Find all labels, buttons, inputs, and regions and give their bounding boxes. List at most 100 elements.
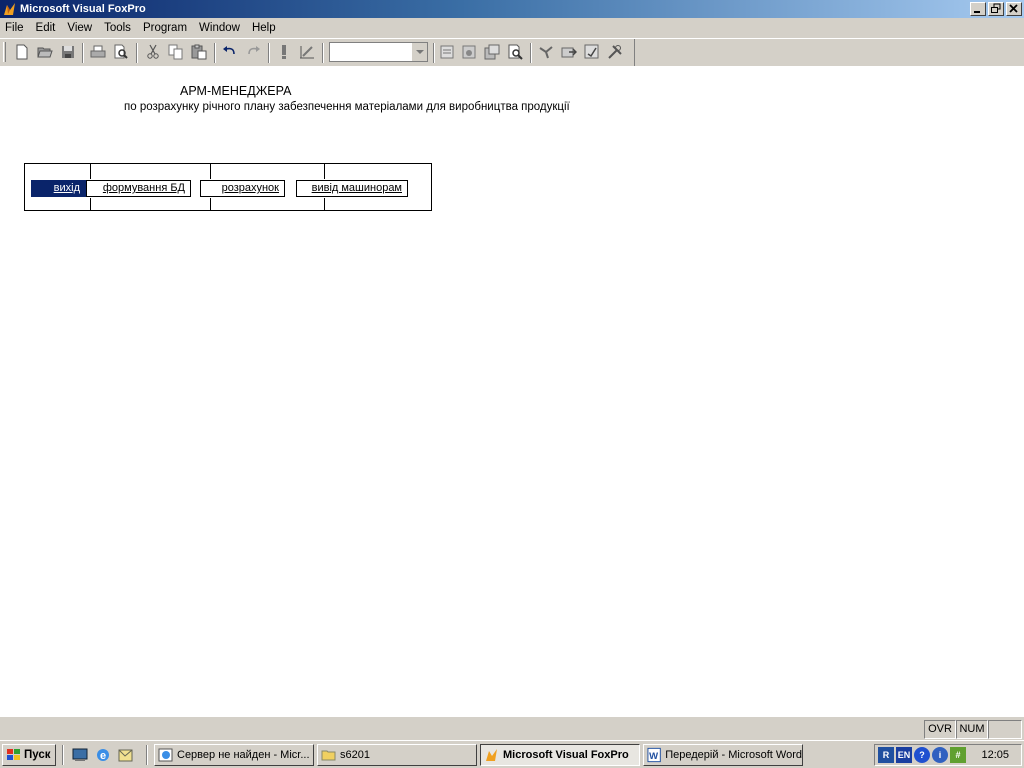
start-button[interactable]: Пуск (2, 744, 56, 766)
clock[interactable]: 12:05 (981, 745, 1009, 765)
menu-program[interactable]: Program (137, 18, 193, 38)
task-folder[interactable]: s6201 (317, 744, 477, 766)
chevron-down-icon (415, 49, 424, 54)
output-printouts-button[interactable]: вивід машинорам (296, 180, 408, 197)
task-browser[interactable]: Сервер не найден - Micr... (154, 744, 314, 766)
copy-button[interactable] (167, 43, 185, 61)
run-icon (282, 45, 286, 59)
redo-button[interactable] (244, 43, 262, 61)
save-button[interactable] (59, 43, 77, 61)
task-label: Сервер не найден - Micr... (177, 749, 310, 761)
menu-view[interactable]: View (61, 18, 98, 38)
toolbar-separator (322, 43, 324, 63)
title-bar[interactable]: Microsoft Visual FoxPro (0, 0, 1024, 18)
form-icon (462, 45, 476, 59)
exit-button-label: вихід (53, 182, 80, 194)
toolbar-separator (530, 43, 532, 63)
undo-icon (223, 46, 235, 55)
cut-button[interactable] (144, 43, 162, 61)
task-foxpro[interactable]: Microsoft Visual FoxPro (480, 744, 640, 766)
menu-help[interactable]: Help (246, 18, 282, 38)
outlook-express-icon[interactable] (118, 747, 134, 763)
antivirus-icon[interactable]: ? (914, 747, 930, 763)
internet-explorer-icon[interactable]: e (95, 747, 111, 763)
menu-window[interactable]: Window (193, 18, 246, 38)
toolbar-separator (136, 43, 138, 63)
panel-divider (210, 198, 211, 211)
open-icon (37, 47, 53, 58)
builder-button[interactable] (606, 43, 624, 61)
taskbar-divider (62, 745, 64, 765)
print-preview-icon (114, 44, 128, 59)
panel-divider (90, 164, 91, 179)
database-button[interactable] (438, 43, 456, 61)
open-button[interactable] (36, 43, 54, 61)
import-icon (561, 47, 577, 58)
import-button[interactable] (560, 43, 578, 61)
app-subtitle: по розрахунку річного плану забезпечення… (124, 101, 570, 113)
database-icon (440, 45, 454, 59)
close-button[interactable] (1006, 2, 1022, 16)
form-button[interactable] (460, 43, 478, 61)
task-label: Передерій - Microsoft Word (665, 749, 802, 761)
network-icon[interactable]: R (878, 747, 894, 763)
volume-icon[interactable]: # (950, 747, 966, 763)
form-db-button-label: формування БД (102, 182, 185, 194)
report-icon (484, 44, 500, 60)
status-num: NUM (956, 720, 988, 739)
connection-button[interactable] (537, 43, 555, 61)
new-icon (16, 44, 28, 60)
task-label: s6201 (340, 749, 370, 761)
main-workspace: АРМ-МЕНЕДЖЕРА по розрахунку річного план… (0, 66, 1024, 716)
toolbar-grip[interactable] (3, 42, 6, 62)
window-controls (970, 2, 1022, 16)
toolbar-separator (433, 43, 435, 63)
foxpro-icon (486, 749, 497, 761)
calculation-button[interactable]: розрахунок (200, 180, 285, 197)
status-ovr: OVR (924, 720, 956, 739)
new-button[interactable] (13, 43, 31, 61)
panel-divider (210, 164, 211, 179)
save-icon (62, 46, 74, 58)
toolbar-separator (214, 43, 216, 63)
app-title: АРМ-МЕНЕДЖЕРА (180, 84, 292, 98)
task-word[interactable]: W Передерій - Microsoft Word (643, 744, 803, 766)
wizard-icon (584, 44, 599, 59)
builder-icon (608, 45, 622, 59)
copy-icon (168, 44, 183, 60)
app-menu-panel: вихід формування БД розрахунок вивід маш… (24, 163, 432, 211)
minimize-icon (974, 11, 980, 13)
cut-icon (147, 44, 159, 59)
minimize-button[interactable] (970, 2, 986, 16)
menu-file[interactable]: File (0, 18, 30, 38)
windows-logo-icon (7, 749, 20, 760)
run-button[interactable] (275, 43, 293, 61)
language-indicator[interactable]: EN (896, 747, 912, 763)
menu-bar: File Edit View Tools Program Window Help (0, 18, 1024, 38)
connection-icon (539, 46, 553, 59)
print-preview-button[interactable] (112, 43, 130, 61)
exit-button[interactable]: вихід (31, 180, 86, 197)
wizard-button[interactable] (583, 43, 601, 61)
show-desktop-icon[interactable] (72, 747, 88, 763)
paste-button[interactable] (190, 43, 208, 61)
query-button[interactable] (506, 43, 524, 61)
restore-button[interactable] (988, 2, 1004, 16)
toolbar-combobox[interactable] (329, 42, 428, 62)
close-icon (1009, 4, 1018, 13)
modify-icon (300, 46, 314, 59)
form-db-button[interactable]: формування БД (86, 180, 191, 197)
panel-divider (324, 198, 325, 211)
info-icon[interactable]: i (932, 747, 948, 763)
ie-icon (158, 748, 173, 762)
status-bar: OVR NUM (0, 716, 1024, 740)
menu-tools[interactable]: Tools (98, 18, 137, 38)
report-button[interactable] (483, 43, 501, 61)
combobox-dropdown-button[interactable] (411, 43, 427, 61)
menu-edit[interactable]: Edit (30, 18, 62, 38)
modify-button[interactable] (298, 43, 316, 61)
print-button[interactable] (89, 43, 107, 61)
toolbar-separator (82, 43, 84, 63)
panel-divider (90, 198, 91, 211)
undo-button[interactable] (221, 43, 239, 61)
